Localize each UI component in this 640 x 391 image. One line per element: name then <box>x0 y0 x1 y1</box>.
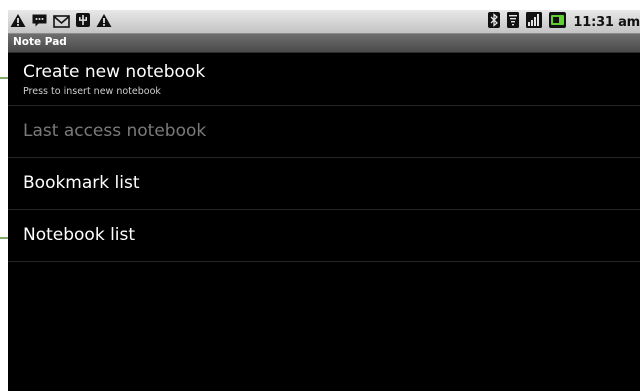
title-bar: Note Pad <box>8 34 640 53</box>
menu-item-label: Notebook list <box>23 225 136 245</box>
wifi-icon <box>507 12 520 32</box>
menu-list: Create new notebook Press to insert new … <box>8 54 640 262</box>
gmail-icon[interactable] <box>53 13 70 32</box>
menu-item-label: Bookmark list <box>23 173 140 193</box>
warning-icon[interactable] <box>10 13 26 32</box>
notification-icons <box>10 12 112 32</box>
signal-icon <box>526 12 543 32</box>
clock: 11:31 am <box>573 14 640 30</box>
menu-item-sublabel: Press to insert new notebook <box>23 86 161 97</box>
menu-item-label: Create new notebook <box>23 62 206 82</box>
menu-item-notebook-list[interactable]: Notebook list <box>8 210 640 262</box>
bluetooth-icon <box>488 12 501 32</box>
menu-item-last-access-notebook: Last access notebook <box>8 106 640 158</box>
usb-icon[interactable] <box>75 12 91 32</box>
status-bar: 11:31 am <box>8 10 640 34</box>
app-title: Note Pad <box>13 36 67 48</box>
warning-icon[interactable] <box>96 13 112 32</box>
system-status: 11:31 am <box>488 12 640 32</box>
chat-icon[interactable] <box>31 13 48 32</box>
menu-item-label: Last access notebook <box>23 121 207 141</box>
device-screen: 11:31 am Note Pad Create new notebook Pr… <box>8 10 640 391</box>
menu-item-bookmark-list[interactable]: Bookmark list <box>8 158 640 210</box>
menu-item-create-new-notebook[interactable]: Create new notebook Press to insert new … <box>8 54 640 106</box>
battery-icon <box>549 12 567 32</box>
